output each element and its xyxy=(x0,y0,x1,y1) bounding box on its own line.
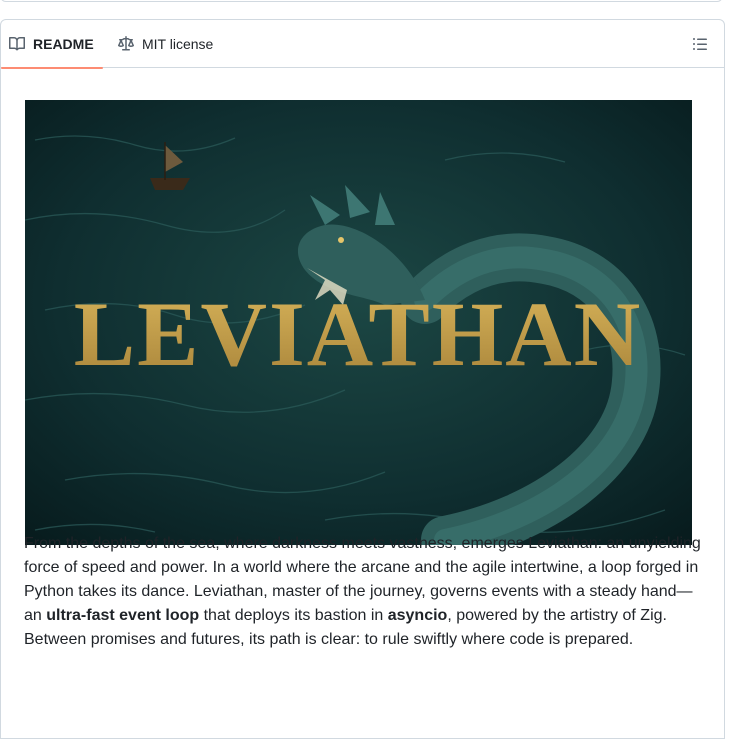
description-bold-2: asyncio xyxy=(387,607,448,624)
previous-card xyxy=(0,0,723,2)
banner-title: LEVIATHAN xyxy=(74,283,642,385)
tab-license[interactable]: MIT license xyxy=(118,20,213,68)
leviathan-banner-image: LEVIATHAN xyxy=(25,100,692,545)
outline-button[interactable] xyxy=(692,36,708,52)
book-icon xyxy=(9,36,25,51)
tab-readme-label: README xyxy=(33,36,94,52)
readme-tabbar: README MIT license xyxy=(1,20,724,69)
list-unordered-icon xyxy=(693,38,707,50)
description-text-2: that deploys its bastion in xyxy=(199,607,388,624)
tab-license-label: MIT license xyxy=(142,36,214,52)
project-description: From the depths of the sea, where darkne… xyxy=(24,532,704,652)
description-bold-1: ultra-fast event loop xyxy=(46,607,200,624)
tab-readme[interactable]: README xyxy=(1,20,103,69)
law-scale-icon xyxy=(118,36,134,51)
